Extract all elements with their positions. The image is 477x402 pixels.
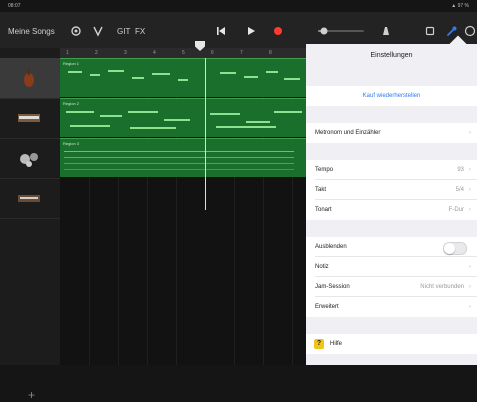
playhead-line[interactable] bbox=[205, 58, 206, 210]
help-circle-icon[interactable] bbox=[464, 25, 476, 37]
ruler-tick: 5 bbox=[182, 50, 185, 56]
help-row[interactable]: ? Hilfe bbox=[306, 334, 477, 354]
metronome-row[interactable]: Metronom und Einzähler › bbox=[306, 123, 477, 143]
track-header-column: + bbox=[0, 48, 60, 402]
settings-popover: Einstellungen Kauf wiederherstellen Metr… bbox=[306, 44, 477, 365]
drums-icon bbox=[17, 147, 41, 169]
help-book-icon: ? bbox=[314, 339, 324, 349]
loop-icon[interactable] bbox=[424, 25, 436, 37]
tonart-value: F-Dur bbox=[448, 207, 464, 213]
tempo-label: Tempo bbox=[315, 167, 334, 173]
keyboard-icon bbox=[17, 107, 41, 129]
ruler-tick: 8 bbox=[269, 50, 272, 56]
status-time: 08:07 bbox=[8, 3, 21, 9]
chevron-right-icon: › bbox=[469, 284, 471, 290]
restore-purchases-label: Kauf wiederherstellen bbox=[362, 93, 421, 99]
master-volume-slider[interactable] bbox=[318, 25, 364, 37]
play-icon[interactable] bbox=[245, 25, 257, 37]
region-label: Region 3 bbox=[63, 141, 80, 146]
settings-wrench-icon[interactable] bbox=[446, 25, 458, 37]
chevron-right-icon: › bbox=[469, 207, 471, 213]
notiz-row[interactable]: Notiz › bbox=[306, 257, 477, 277]
rewind-icon[interactable] bbox=[215, 25, 227, 37]
help-label: Hilfe bbox=[330, 341, 343, 347]
restore-purchases-button[interactable]: Kauf wiederherstellen bbox=[306, 86, 477, 106]
ruler-tick: 4 bbox=[153, 50, 156, 56]
track-header-keyboard[interactable] bbox=[0, 98, 60, 139]
tempo-row[interactable]: Tempo 93 › bbox=[306, 160, 477, 180]
track-header-violin[interactable] bbox=[0, 58, 60, 99]
erweitert-row[interactable]: Erweitert › bbox=[306, 297, 477, 317]
region-label: Region 1 bbox=[63, 61, 80, 66]
record-icon[interactable] bbox=[272, 25, 284, 37]
ausblenden-toggle[interactable] bbox=[443, 242, 467, 255]
ruler-tick: 6 bbox=[211, 50, 214, 56]
tonart-row[interactable]: Tonart F-Dur › bbox=[306, 200, 477, 220]
tonart-label: Tonart bbox=[315, 207, 332, 213]
violin-icon bbox=[17, 67, 41, 89]
ruler-tick: 3 bbox=[124, 50, 127, 56]
view-toggle-button[interactable]: GIT bbox=[117, 27, 130, 36]
jam-session-label: Jam-Session bbox=[315, 284, 350, 290]
erweitert-label: Erweitert bbox=[315, 304, 339, 310]
fx-button[interactable]: FX bbox=[135, 27, 145, 36]
status-bar: 08:07 ▲ 97 % bbox=[0, 0, 477, 12]
toolbar: Meine Songs GIT FX bbox=[0, 12, 477, 48]
chevron-right-icon: › bbox=[469, 130, 471, 136]
battery-indicator: ▲ 97 % bbox=[451, 3, 469, 9]
my-songs-button[interactable]: Meine Songs bbox=[8, 27, 55, 36]
ruler-tick: 1 bbox=[66, 50, 69, 56]
notiz-label: Notiz bbox=[315, 264, 329, 270]
browser-icon[interactable] bbox=[70, 25, 82, 37]
metronome-label: Metronom und Einzähler bbox=[315, 130, 381, 136]
smart-controls-icon[interactable] bbox=[92, 25, 104, 37]
add-track-button[interactable]: + bbox=[28, 388, 35, 402]
takt-row[interactable]: Takt 5/4 › bbox=[306, 180, 477, 200]
synth-icon bbox=[17, 187, 41, 209]
settings-title: Einstellungen bbox=[370, 52, 413, 59]
region-label: Region 2 bbox=[63, 101, 80, 106]
ruler-tick: 2 bbox=[95, 50, 98, 56]
metronome-icon[interactable] bbox=[380, 25, 392, 37]
jam-session-row[interactable]: Jam-Session Nicht verbunden › bbox=[306, 277, 477, 297]
ausblenden-label: Ausblenden bbox=[315, 244, 347, 250]
ruler-tick: 7 bbox=[240, 50, 243, 56]
jam-session-value: Nicht verbunden bbox=[420, 284, 464, 290]
ausblenden-row: Ausblenden bbox=[306, 237, 477, 257]
takt-label: Takt bbox=[315, 187, 327, 193]
track-header-drums[interactable] bbox=[0, 138, 60, 179]
tempo-value: 93 bbox=[457, 167, 464, 173]
track-header-synth[interactable] bbox=[0, 178, 60, 219]
chevron-right-icon: › bbox=[469, 187, 471, 193]
chevron-right-icon: › bbox=[469, 304, 471, 310]
chevron-right-icon: › bbox=[469, 264, 471, 270]
chevron-right-icon: › bbox=[469, 167, 471, 173]
takt-value: 5/4 bbox=[455, 187, 464, 193]
